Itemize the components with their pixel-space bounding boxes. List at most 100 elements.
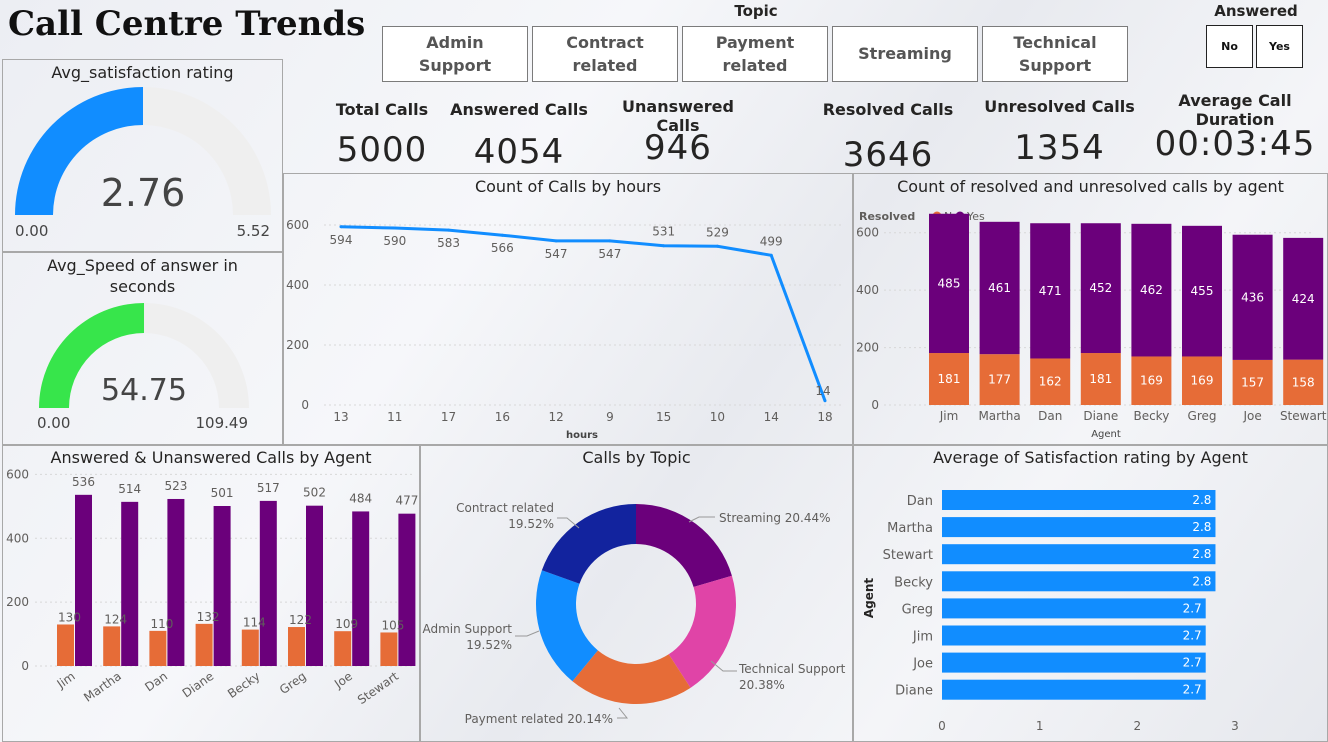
x-tick-label: 10: [710, 410, 725, 424]
data-label: 2.8: [1192, 547, 1211, 561]
x-tick-label: Stewart: [1280, 409, 1327, 423]
x-tick-label: 18: [817, 410, 832, 424]
data-label: 105: [381, 618, 404, 632]
data-point: [554, 239, 558, 243]
data-label: 2.7: [1183, 629, 1202, 643]
data-label: 169: [1140, 374, 1163, 388]
data-label: 109: [335, 617, 358, 631]
x-tick-label: 2: [1134, 719, 1142, 733]
topic-contract-related-button[interactable]: Contract related: [532, 26, 678, 82]
x-tick-label: Becky: [1133, 409, 1169, 423]
x-tick-label: 3: [1231, 719, 1239, 733]
answered-by-agent-panel: Answered & Unanswered Calls by Agent 0 20…: [2, 445, 420, 742]
data-label: 181: [938, 372, 961, 386]
slice-percent: 19.52%: [466, 638, 512, 652]
x-tick-label: 16: [495, 410, 510, 424]
data-label: 124: [104, 612, 127, 626]
x-tick-label: Martha: [978, 409, 1020, 423]
answered-no-button[interactable]: No: [1206, 25, 1253, 68]
data-label: 2.8: [1192, 574, 1211, 588]
slice-label: Contract related: [456, 501, 554, 515]
data-point: [608, 239, 612, 243]
slice-label: Streaming 20.44%: [719, 511, 831, 525]
data-label: 157: [1241, 375, 1264, 389]
x-tick-label: 0: [938, 719, 946, 733]
data-label: 462: [1140, 283, 1163, 297]
y-tick-label: Becky: [894, 575, 933, 590]
data-label: 514: [118, 482, 141, 496]
gauge-min-label: 0.00: [37, 414, 70, 432]
y-tick-label: 0: [301, 398, 309, 412]
topic-technical-support-button[interactable]: Technical Support: [982, 26, 1128, 82]
topic-admin-support-button[interactable]: Admin Support: [382, 26, 528, 82]
x-tick-label: Dan: [1038, 409, 1062, 423]
y-tick-label: 400: [856, 283, 879, 297]
bar-series-2: [75, 494, 92, 666]
data-label: 531: [652, 225, 675, 239]
data-point: [447, 228, 451, 232]
data-label: 485: [938, 276, 961, 290]
data-label: 499: [760, 234, 783, 248]
y-tick-label: 200: [856, 341, 879, 355]
y-tick-label: Greg: [902, 602, 933, 617]
data-label: 547: [598, 247, 621, 261]
data-label: 523: [164, 479, 187, 493]
bar: [942, 517, 1216, 538]
x-tick-label: 9: [606, 410, 614, 424]
data-label: 110: [150, 617, 173, 631]
x-axis-label: Agent: [1091, 429, 1121, 440]
x-tick-label: Greg: [1188, 409, 1217, 423]
bar: [942, 571, 1216, 592]
data-label: 547: [545, 247, 568, 261]
x-tick-label: 14: [764, 410, 779, 424]
bar-series-1: [195, 623, 213, 666]
kpi-total-calls-label: Total Calls: [335, 100, 429, 119]
gauge-min-label: 0.00: [15, 222, 48, 240]
bar: [942, 679, 1206, 700]
topic-streaming-button[interactable]: Streaming: [832, 26, 978, 82]
topic-slicer-heading: Topic: [734, 2, 778, 20]
data-label: 2.8: [1192, 520, 1211, 534]
x-tick-label: Martha: [81, 669, 124, 705]
topic-payment-related-button[interactable]: Payment related: [682, 26, 828, 82]
y-tick-label: 200: [6, 595, 29, 609]
y-tick-label: 400: [6, 531, 29, 545]
kpi-unresolved-calls-value: 1354: [1014, 128, 1105, 168]
calls-by-topic-chart: Streaming 20.44% Technical Support 20.38% P…: [423, 501, 846, 726]
kpi-total-calls-value: 5000: [336, 130, 428, 170]
satisfaction-by-agent-panel: Average of Satisfaction rating by Agent …: [853, 445, 1328, 742]
slice-label: Technical Support: [738, 662, 846, 676]
answered-yes-button[interactable]: Yes: [1256, 25, 1303, 68]
gauge-value: 54.75: [101, 373, 187, 408]
x-tick-label: 12: [548, 410, 563, 424]
data-label: 181: [1089, 372, 1112, 386]
x-tick-label: Jim: [54, 669, 78, 692]
y-tick-label: Stewart: [883, 548, 933, 563]
resolved-by-agent-chart: ResolvedNoYes0200400600181485Jim177461Ma…: [856, 210, 1327, 440]
data-label: 501: [211, 486, 234, 500]
y-tick-label: 600: [286, 218, 309, 232]
x-tick-label: Jim: [939, 409, 959, 423]
data-label: 583: [437, 236, 460, 250]
y-tick-label: Diane: [895, 684, 933, 699]
data-label: 517: [257, 481, 280, 495]
data-label: 158: [1292, 375, 1315, 389]
x-tick-label: 13: [333, 410, 348, 424]
leader-line: [515, 630, 540, 637]
data-label: 169: [1191, 374, 1214, 388]
x-tick-label: Joe: [331, 669, 355, 692]
y-axis-label: Agent: [862, 578, 876, 619]
satisfaction-gauge-panel: Avg_satisfaction rating 2.76 0.00 5.52: [2, 59, 283, 252]
series-line: [340, 225, 827, 402]
y-tick-label: 600: [856, 226, 879, 240]
x-axis-label: hours: [566, 430, 598, 441]
bar-series-1: [57, 624, 74, 666]
x-tick-label: Diane: [180, 669, 217, 700]
y-tick-label: Dan: [907, 494, 933, 509]
bar-series-1: [103, 626, 121, 666]
bar-series-2: [167, 498, 185, 666]
bar: [942, 652, 1206, 673]
data-label: 114: [243, 616, 266, 630]
gauge-max-label: 5.52: [237, 222, 270, 240]
calls-by-hours-chart: 0 200 400 600 594 13 590 11 583 17 566 16 547 12 547 9 5…: [286, 218, 844, 441]
